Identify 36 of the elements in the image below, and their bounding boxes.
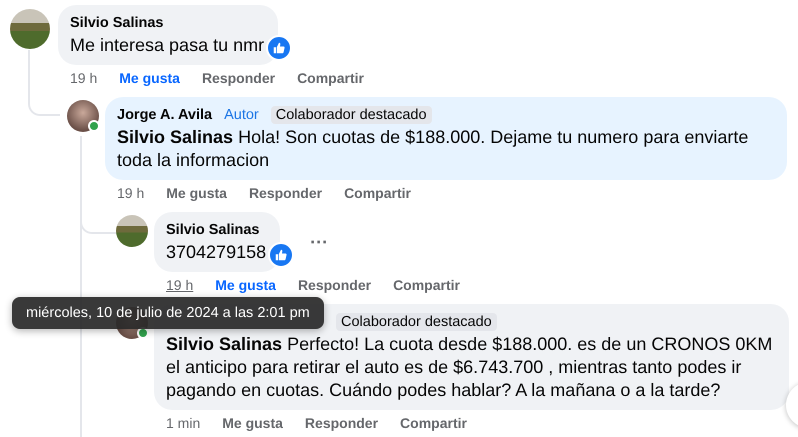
avatar-photo[interactable] (116, 215, 148, 247)
reply-button[interactable]: Responder (248, 184, 322, 200)
contributor-badge: Colaborador destacado (336, 313, 497, 331)
like-button[interactable]: Me gusta (166, 184, 227, 200)
share-button[interactable]: Compartir (393, 276, 460, 292)
comment-text: Me interesa pasa tu nmr (70, 34, 264, 57)
date-tooltip: miércoles, 10 de julio de 2024 a las 2:01 pm (12, 297, 324, 329)
avatar-photo[interactable] (10, 9, 50, 49)
like-icon (275, 249, 288, 261)
reply-button[interactable]: Responder (202, 70, 276, 86)
like-icon (273, 42, 286, 54)
author-name[interactable]: Silvio Salinas (70, 15, 164, 31)
timestamp-link[interactable]: 19 h (166, 276, 194, 292)
comment-text: Silvio Salinas Perfecto! La cuota desde $188.000. es de un CRONOS 0KM el anticipo para retirar el auto es de $6.743.700 , mientras tanto podes ir pagando en cuotas. Cuándo podes hablar? A la mañana o a la tarde? (166, 333, 774, 402)
like-button[interactable]: Me gusta (222, 414, 283, 430)
comment-text: 3704279158 (166, 241, 266, 264)
author-name[interactable]: Silvio Salinas (166, 222, 260, 238)
like-reaction[interactable] (268, 242, 294, 268)
author-name[interactable]: Jorge A. Avila (117, 107, 212, 123)
like-button[interactable]: Me gusta (119, 70, 180, 86)
avatar-photo[interactable] (67, 100, 99, 132)
author-label: Autor (223, 106, 260, 124)
timestamp-link[interactable]: 19 h (117, 184, 144, 200)
timestamp-link[interactable]: 1 min (166, 414, 200, 430)
comment-text: Silvio Salinas Hola! Son cuotas de $188.000. Dejame tu numero para enviarte toda la informacion (117, 126, 750, 172)
share-button[interactable]: Compartir (344, 184, 411, 200)
reply-button[interactable]: Responder (304, 414, 378, 430)
timestamp-link[interactable]: 19 h (70, 70, 98, 86)
contributor-badge: Colaborador destacado (270, 106, 432, 124)
more-options-button[interactable]: ··· (306, 232, 332, 252)
like-button[interactable]: Me gusta (215, 276, 276, 292)
share-button[interactable]: Compartir (297, 70, 364, 86)
reply-button[interactable]: Responder (298, 276, 372, 292)
online-status-dot (88, 120, 100, 132)
share-button[interactable]: Compartir (400, 414, 467, 430)
like-reaction[interactable] (266, 35, 292, 61)
